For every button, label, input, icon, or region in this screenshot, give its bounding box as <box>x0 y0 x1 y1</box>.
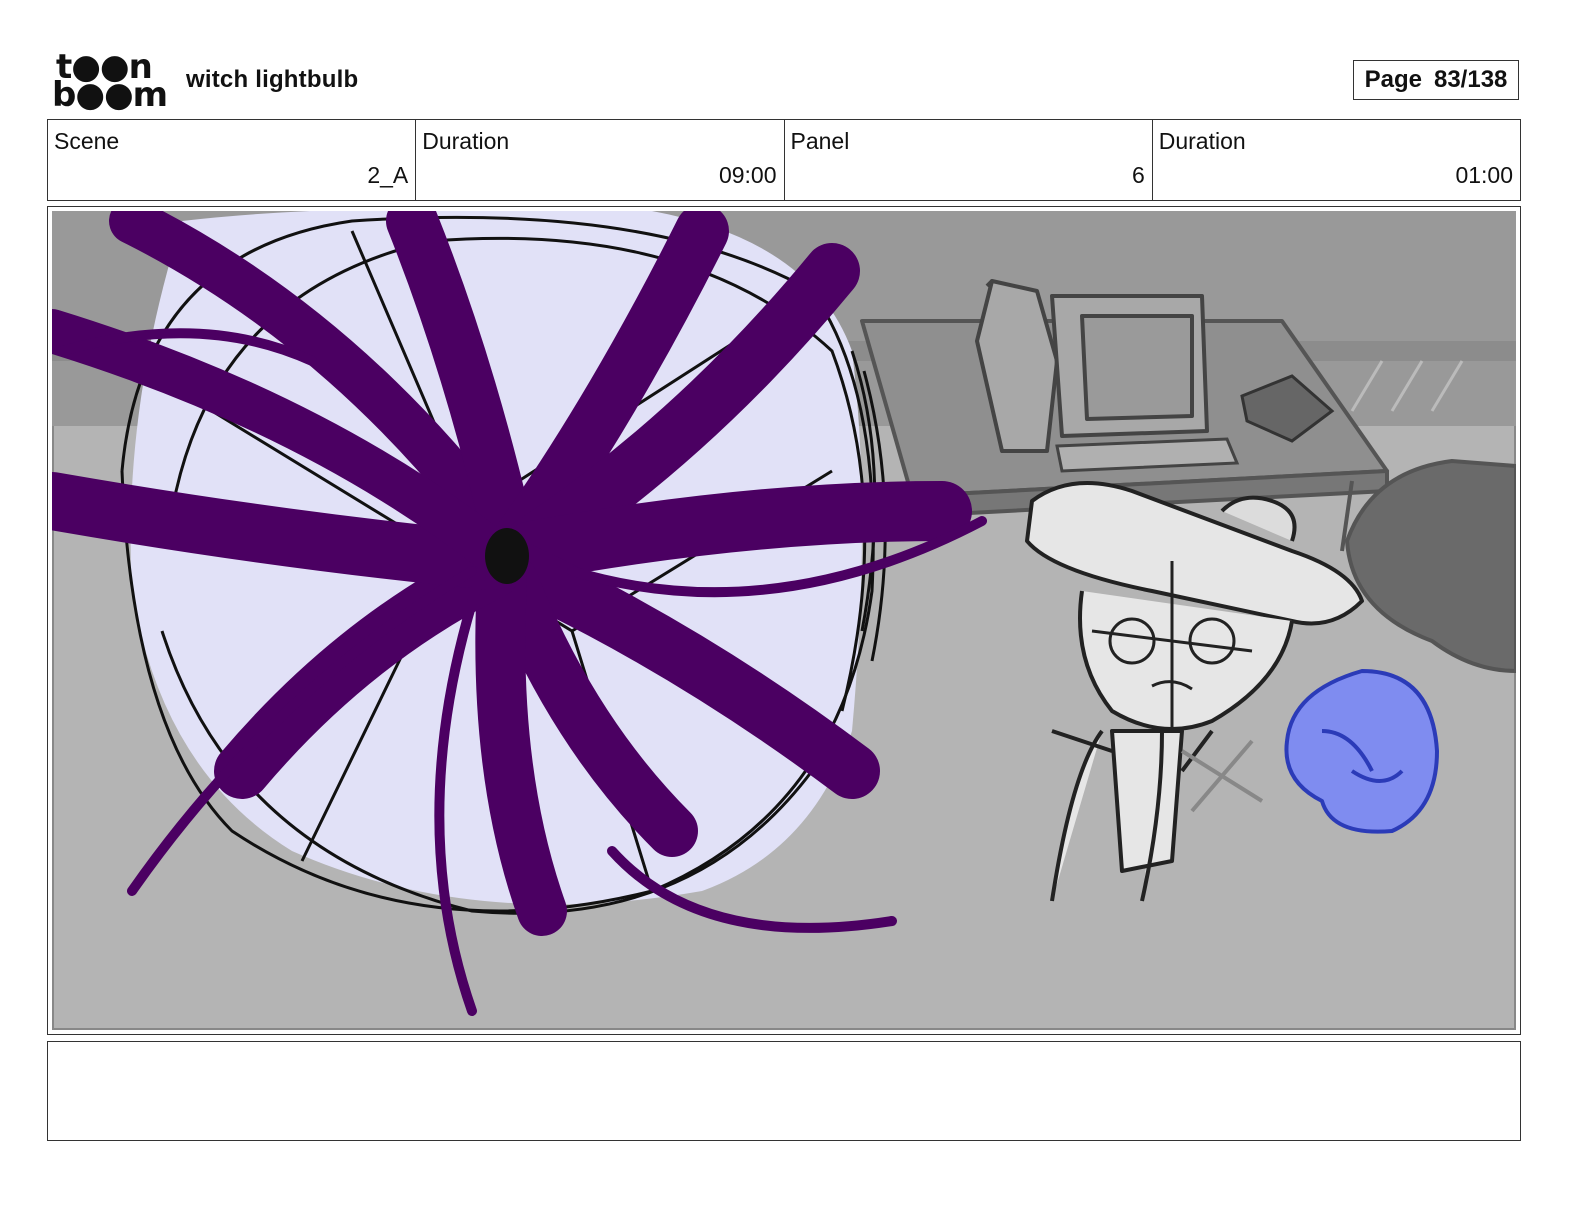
panel-value: 6 <box>1131 162 1145 188</box>
panel-label: Panel <box>790 128 850 154</box>
vortex-center <box>485 528 529 584</box>
panel-cell: Panel 6 <box>785 120 1153 200</box>
scene-value: 2_A <box>367 162 409 188</box>
computer-monitor-drawing <box>1050 294 1209 438</box>
panel-image-frame <box>47 206 1521 1035</box>
storyboard-header: t●●n b●●m witch lightbulb Page 83/138 <box>0 0 1584 118</box>
panel-duration-cell: Duration 01:00 <box>1153 120 1520 200</box>
page-label: Page <box>1364 66 1422 93</box>
scene-label: Scene <box>54 128 120 154</box>
logo-line-2: b●●m <box>52 75 168 115</box>
toonboom-logo: t●●n b●●m <box>52 50 168 112</box>
scene-duration-label: Duration <box>422 128 510 154</box>
panel-drawing <box>52 211 1516 1030</box>
panel-duration-value: 01:00 <box>1455 162 1513 188</box>
scene-duration-value: 09:00 <box>718 162 777 188</box>
scene-duration-cell: Duration 09:00 <box>416 120 785 200</box>
panel-notes-box <box>47 1041 1521 1141</box>
project-title: witch lightbulb <box>186 66 359 93</box>
scene-info-table: Scene 2_A Duration 09:00 Panel 6 Duratio… <box>47 119 1521 201</box>
scene-cell: Scene 2_A <box>48 120 417 200</box>
page-number: 83/138 <box>1433 66 1508 93</box>
panel-duration-label: Duration <box>1158 128 1246 154</box>
page-indicator: Page 83/138 <box>1353 60 1519 100</box>
